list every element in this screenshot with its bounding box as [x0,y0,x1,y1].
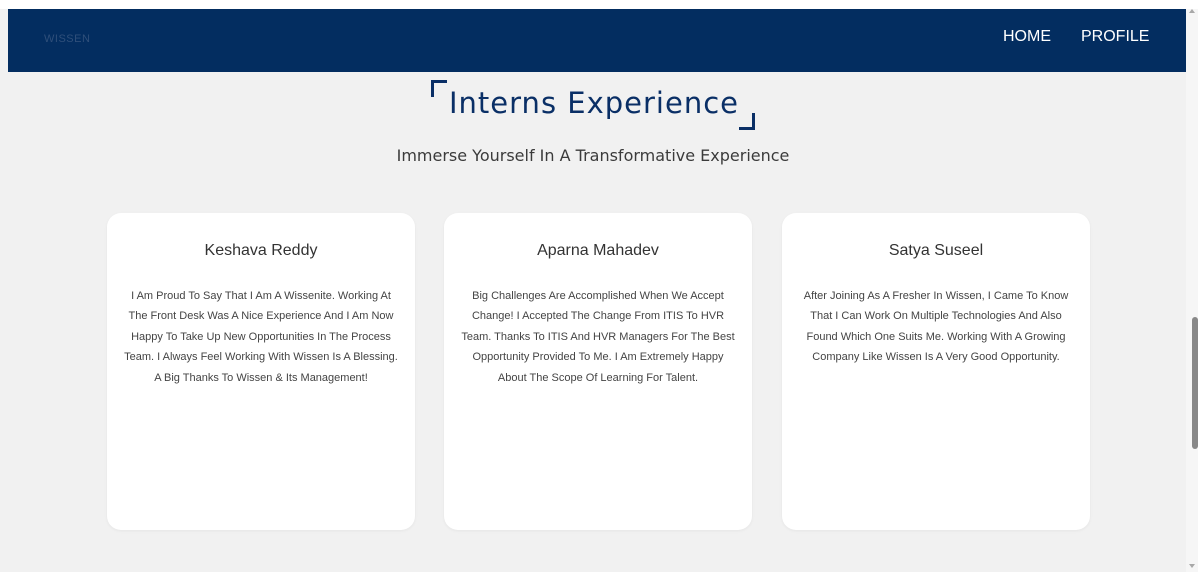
testimonial-card: Aparna Mahadev Big Challenges Are Accomp… [444,213,752,530]
vertical-scrollbar[interactable] [1186,9,1198,572]
testimonial-card: Satya Suseel After Joining As A Fresher … [782,213,1090,530]
testimonial-author: Aparna Mahadev [537,242,659,259]
section-subtitle: Immerse Yourself In A Transformative Exp… [396,146,790,165]
bracket-top-left-icon [431,80,447,97]
testimonial-text: Big Challenges Are Accomplished When We … [461,290,735,384]
section-title-wrapper: Interns Experience [431,80,755,130]
testimonial-card: Keshava Reddy I Am Proud To Say That I A… [107,213,415,530]
testimonial-author: Satya Suseel [888,242,984,259]
scrollbar-thumb[interactable] [1192,317,1198,449]
scroll-up-arrow-icon[interactable] [1189,9,1195,13]
brand-logo[interactable]: WISSEN [44,33,90,45]
navbar: WISSEN HOME PROFILE [8,9,1186,72]
testimonial-text: After Joining As A Fresher In Wissen, I … [803,290,1069,364]
scroll-down-arrow-icon[interactable] [1189,564,1195,568]
testimonial-text: I Am Proud To Say That I Am A Wissenite.… [124,290,398,384]
nav-link-profile[interactable]: PROFILE [1081,28,1149,46]
bracket-bottom-right-icon [739,113,755,130]
testimonial-author: Keshava Reddy [204,242,318,259]
top-strip [0,0,1198,9]
section-title: Interns Experience [449,86,739,120]
section-heading: Interns Experience [0,80,1186,130]
nav-link-home[interactable]: HOME [1003,28,1051,46]
